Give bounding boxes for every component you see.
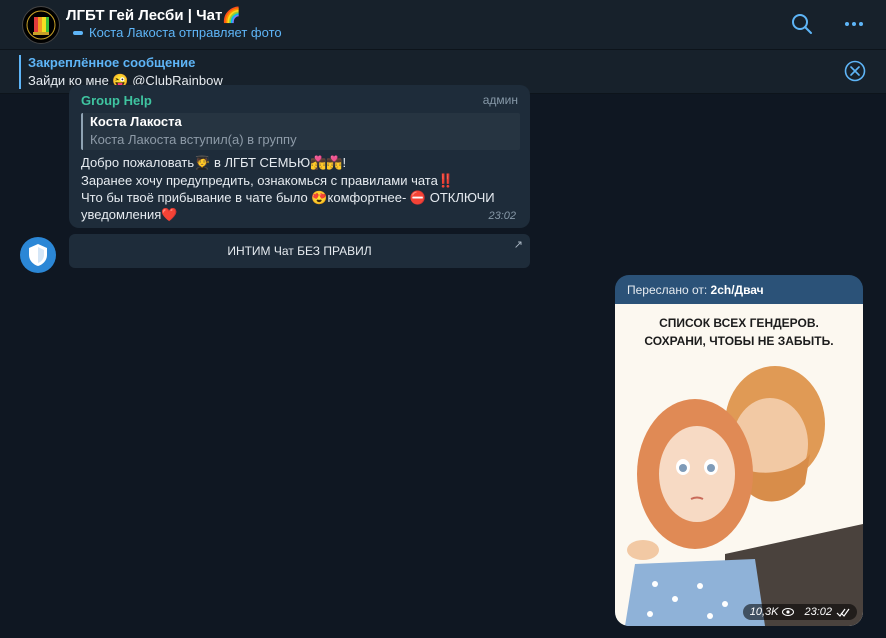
message-text-line: Что бы твоё прибывание в чате было 😍комф… [81,190,495,205]
view-count: 10,3K [749,606,779,618]
typing-indicator-icon [73,30,83,35]
message-text-line: Добро пожаловать🧑‍🎓 в ЛГБТ СЕМЬЮ👩‍❤️‍💋‍👨… [81,155,347,170]
close-pinned-icon[interactable] [844,60,866,82]
more-options-icon[interactable] [842,12,866,36]
search-icon[interactable] [790,12,814,36]
forwarded-prefix: Переслано от: [627,283,711,297]
typing-status-text: Коста Лакоста отправляет фото [89,25,282,40]
message-text-line: Заранее хочу предупредить, ознакомься с … [81,173,455,188]
sender-role: админ [482,93,518,107]
illustration-couple [625,366,863,626]
quote-text: Коста Лакоста вступил(а) в группу [90,132,297,147]
double-check-icon [836,608,850,617]
forwarded-source[interactable]: 2ch/Двач [711,283,764,297]
shield-icon [29,244,47,266]
photo-stats: 10,3K 23:02 [742,604,857,620]
typing-status: Коста Лакоста отправляет фото [73,25,282,40]
photo-image[interactable]: СПИСОК ВСЕХ ГЕНДЕРОВ. СОХРАНИ, ЧТОБЫ НЕ … [615,304,863,626]
message-sender[interactable]: Group Help [81,93,152,108]
eye-icon [782,608,795,616]
quote-author: Коста Лакоста [90,114,182,129]
inline-button-label: ИНТИМ Чат БЕЗ ПРАВИЛ [227,244,372,258]
external-link-icon: ↗ [513,239,523,251]
forwarded-photo-message[interactable]: Переслано от: 2ch/Двач СПИСОК ВСЕХ ГЕНДЕ… [615,275,863,626]
forwarded-from[interactable]: Переслано от: 2ch/Двач [627,283,764,297]
message-bubble-group-help[interactable]: Group Help админ Коста Лакоста Коста Лак… [69,85,530,228]
group-avatar[interactable] [22,6,60,44]
pinned-title: Закреплённое сообщение [28,55,196,70]
message-text-line: уведомления❤️ [81,207,178,222]
chat-title[interactable]: ЛГБТ Гей Лесби | Чат🌈 [66,6,241,24]
bot-avatar[interactable] [20,237,56,273]
pinned-indicator [19,55,21,89]
photo-time: 23:02 [804,606,832,618]
chat-header: ЛГБТ Гей Лесби | Чат🌈 Коста Лакоста отпр… [0,0,886,50]
message-time: 23:02 [488,210,516,222]
inline-link-button[interactable]: ИНТИМ Чат БЕЗ ПРАВИЛ ↗ [69,234,530,268]
group-logo-icon [26,10,56,40]
reply-quote[interactable]: Коста Лакоста Коста Лакоста вступил(а) в… [81,113,520,150]
